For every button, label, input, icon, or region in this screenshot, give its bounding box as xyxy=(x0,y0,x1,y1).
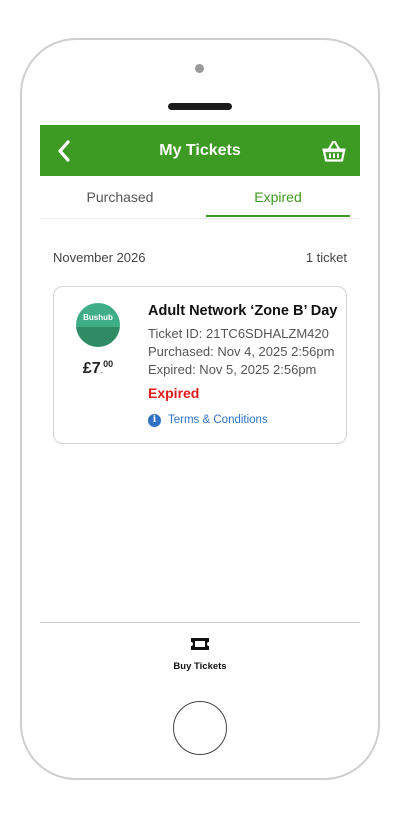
camera-dot xyxy=(195,64,204,73)
ticket-id: Ticket ID: 21TC6SDHALZM420 xyxy=(148,326,329,341)
ticket-icon xyxy=(191,638,209,650)
speaker-grille xyxy=(168,103,232,110)
ticket-name: Adult Network ‘Zone B’ Day xyxy=(148,303,338,319)
price-pence: 00 xyxy=(103,359,114,369)
back-button[interactable] xyxy=(52,138,76,164)
ticket-tabs: Purchased Expired xyxy=(40,176,360,219)
price-main: £7 xyxy=(82,360,101,377)
buy-tickets-button[interactable]: Buy Tickets xyxy=(150,635,250,675)
info-icon: i xyxy=(148,413,161,427)
logo-text: Bushub xyxy=(83,313,113,322)
logo-bottom xyxy=(76,327,120,347)
ticket-purchased-date: Purchased: Nov 4, 2025 2:56pm xyxy=(148,344,335,359)
group-month: November 2026 xyxy=(53,250,146,265)
basket-icon xyxy=(322,140,346,162)
bushub-logo: Bushub xyxy=(76,303,120,347)
chevron-left-icon xyxy=(58,140,70,162)
buy-tickets-label: Buy Tickets xyxy=(173,661,227,672)
ticket-price: £7.00 xyxy=(68,359,128,378)
terms-label: Terms & Conditions xyxy=(168,414,268,426)
tab-purchased[interactable]: Purchased xyxy=(40,176,200,218)
tab-expired[interactable]: Expired xyxy=(206,176,350,218)
basket-button[interactable] xyxy=(318,137,350,165)
ticket-card[interactable]: Bushub £7.00 Adult Network ‘Zone B’ Day … xyxy=(53,286,347,444)
home-button[interactable] xyxy=(173,701,227,755)
app-screen: My Tickets Purchased Expired November 20… xyxy=(40,125,360,687)
active-tab-indicator xyxy=(206,215,350,217)
page-title: My Tickets xyxy=(159,142,241,159)
bottom-nav-divider xyxy=(40,622,360,623)
app-header: My Tickets xyxy=(40,125,360,176)
ticket-expired-date: Expired: Nov 5, 2025 2:56pm xyxy=(148,362,317,377)
ticket-group-header: November 2026 1 ticket xyxy=(53,250,347,266)
group-count: 1 ticket xyxy=(305,250,347,265)
terms-link[interactable]: i Terms & Conditions xyxy=(148,412,268,428)
status-label: Expired xyxy=(148,385,200,401)
